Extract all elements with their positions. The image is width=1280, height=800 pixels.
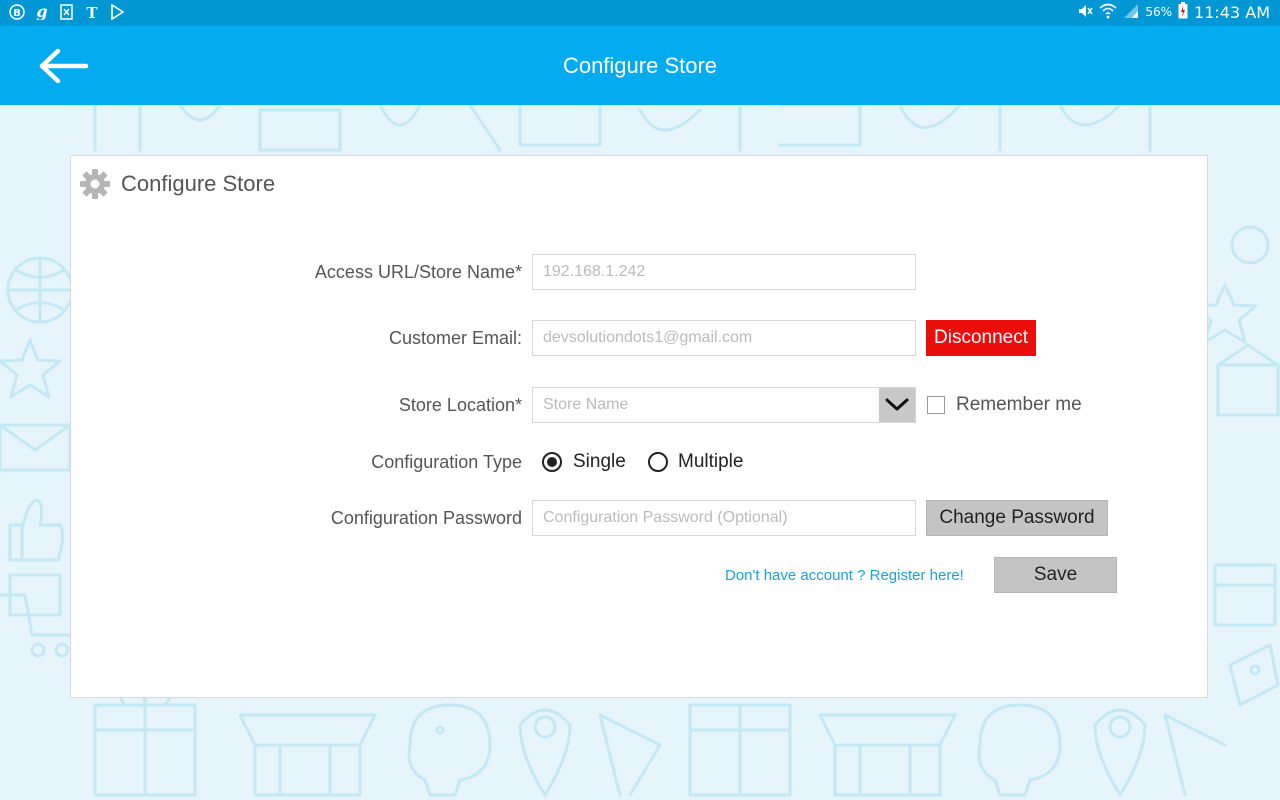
access-url-label: Access URL/Store Name* bbox=[314, 262, 522, 282]
status-bar: B g T 56% 11:43 AM bbox=[0, 0, 1280, 26]
status-system-icons: 56% 11:43 AM bbox=[1077, 2, 1270, 22]
remember-me-label: Remember me bbox=[956, 394, 1082, 415]
b-badge-icon: B bbox=[8, 3, 25, 20]
nyt-icon: T bbox=[83, 3, 100, 20]
radio-multiple[interactable] bbox=[648, 452, 668, 472]
battery-percent: 56% bbox=[1145, 5, 1173, 19]
configuration-password-input[interactable]: Configuration Password (Optional) bbox=[532, 500, 916, 536]
access-url-input[interactable]: 192.168.1.242 bbox=[532, 254, 916, 290]
remember-me-checkbox[interactable] bbox=[927, 396, 945, 414]
card-header: Configure Store bbox=[79, 168, 275, 200]
status-notification-icons: B g T bbox=[8, 3, 125, 20]
app-bar: Configure Store bbox=[0, 26, 1280, 105]
store-location-label: Store Location* bbox=[398, 395, 522, 415]
svg-text:T: T bbox=[86, 4, 98, 20]
configuration-type-label: Configuration Type bbox=[371, 452, 522, 472]
card-title: Configure Store bbox=[121, 171, 276, 196]
customer-email-label: Customer Email: bbox=[388, 328, 522, 348]
chevron-down-icon[interactable] bbox=[879, 388, 915, 422]
disconnect-button[interactable]: Disconnect bbox=[926, 320, 1036, 356]
clock: 11:43 AM bbox=[1194, 2, 1270, 22]
configure-store-card: Configure Store Access URL/Store Name* 1… bbox=[70, 155, 1208, 698]
radio-single-label: Single bbox=[573, 451, 626, 472]
play-store-icon bbox=[108, 3, 125, 20]
g-letter-icon: g bbox=[33, 3, 50, 20]
svg-text:g: g bbox=[36, 3, 47, 20]
radio-single[interactable] bbox=[542, 452, 562, 472]
customer-email-input[interactable]: devsolutiondots1@gmail.com bbox=[532, 320, 916, 356]
access-url-value: 192.168.1.242 bbox=[543, 263, 646, 280]
doc-x-icon bbox=[58, 3, 75, 20]
configuration-password-label: Configuration Password bbox=[330, 508, 522, 528]
configuration-password-placeholder: Configuration Password (Optional) bbox=[543, 509, 788, 526]
radio-multiple-label: Multiple bbox=[678, 451, 744, 472]
wifi-icon bbox=[1099, 3, 1117, 22]
save-button[interactable]: Save bbox=[994, 557, 1117, 593]
gear-icon bbox=[80, 169, 110, 199]
customer-email-value: devsolutiondots1@gmail.com bbox=[543, 329, 753, 346]
change-password-button[interactable]: Change Password bbox=[926, 500, 1108, 536]
register-link[interactable]: Don't have account ? Register here! bbox=[725, 567, 964, 584]
store-location-placeholder: Store Name bbox=[543, 396, 629, 413]
battery-icon bbox=[1178, 2, 1188, 22]
signal-icon bbox=[1123, 3, 1139, 22]
store-location-select[interactable]: Store Name bbox=[532, 387, 916, 423]
mute-icon bbox=[1077, 3, 1093, 22]
app-bar-title: Configure Store bbox=[562, 53, 718, 78]
svg-text:B: B bbox=[13, 8, 21, 19]
